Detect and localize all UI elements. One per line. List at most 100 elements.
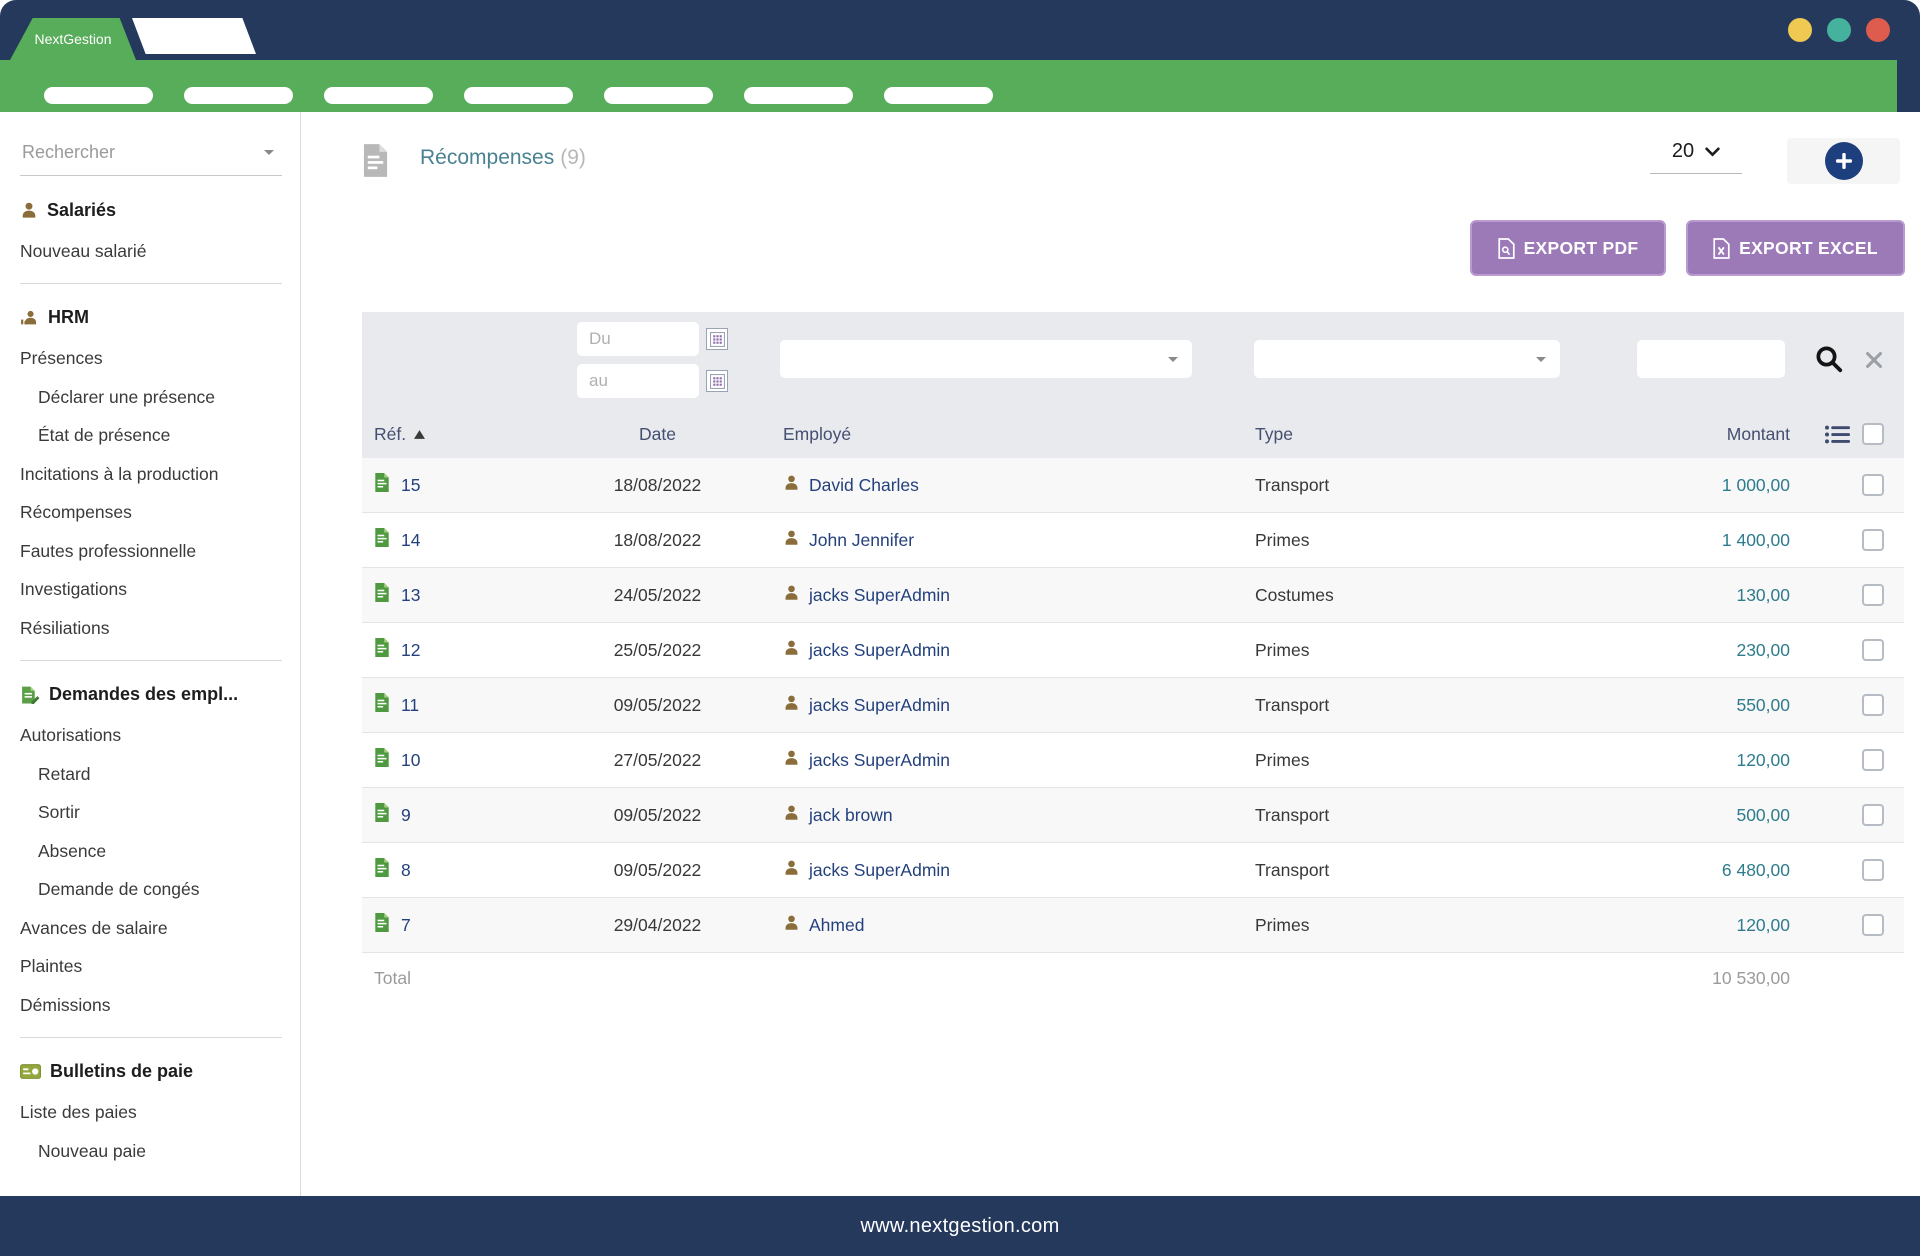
sidebar-item[interactable]: Avances de salaire: [20, 909, 282, 948]
column-header-type[interactable]: Type: [1245, 424, 1645, 445]
window-dot-teal[interactable]: [1827, 18, 1851, 42]
sidebar-section-header[interactable]: Bulletins de paie: [20, 1050, 282, 1094]
brand-tab[interactable]: NextGestion: [10, 18, 136, 60]
reward-amount: 550,00: [1645, 695, 1800, 716]
employee-link[interactable]: David Charles: [809, 475, 919, 496]
row-checkbox[interactable]: [1862, 584, 1884, 606]
table-filter-row: [362, 312, 1904, 410]
row-checkbox[interactable]: [1862, 639, 1884, 661]
window-dot-red[interactable]: [1866, 18, 1890, 42]
window-dot-yellow[interactable]: [1788, 18, 1812, 42]
sidebar-item[interactable]: Nouveau salarié: [20, 232, 282, 271]
sidebar-item[interactable]: Liste des paies: [20, 1094, 282, 1133]
row-checkbox[interactable]: [1862, 529, 1884, 551]
employee-link[interactable]: jacks SuperAdmin: [809, 585, 950, 606]
column-header-employee[interactable]: Employé: [775, 424, 1245, 445]
row-checkbox[interactable]: [1862, 474, 1884, 496]
clear-filter-button[interactable]: [1860, 346, 1888, 374]
sidebar-item[interactable]: Nouveau paie: [20, 1132, 282, 1171]
employee-link[interactable]: jacks SuperAdmin: [809, 860, 950, 881]
nav-item-placeholder[interactable]: [324, 87, 433, 104]
sidebar-item[interactable]: Sortir: [20, 794, 282, 833]
amount-filter-input[interactable]: [1637, 340, 1785, 378]
employee-link[interactable]: John Jennifer: [809, 530, 914, 551]
sidebar-item[interactable]: Demande de congés: [20, 871, 282, 910]
calendar-grid-icon: [710, 374, 725, 389]
reward-doc-icon: [374, 693, 390, 717]
column-settings-button[interactable]: [1825, 425, 1850, 444]
sidebar-item[interactable]: Récompenses: [20, 494, 282, 533]
type-filter-select[interactable]: [1254, 340, 1560, 378]
sidebar-item[interactable]: Déclarer une présence: [20, 378, 282, 417]
column-header-date[interactable]: Date: [565, 424, 775, 445]
select-all-checkbox[interactable]: [1862, 423, 1884, 445]
sidebar-item[interactable]: Démissions: [20, 986, 282, 1025]
column-header-ref[interactable]: Réf.: [362, 424, 565, 445]
reward-ref-link[interactable]: 15: [401, 475, 420, 496]
row-checkbox[interactable]: [1862, 914, 1884, 936]
reward-ref-link[interactable]: 9: [401, 805, 411, 826]
sidebar-section-header[interactable]: HRM: [20, 296, 282, 340]
employee-link[interactable]: jacks SuperAdmin: [809, 750, 950, 771]
row-checkbox[interactable]: [1862, 859, 1884, 881]
reward-ref-link[interactable]: 8: [401, 860, 411, 881]
calendar-picker-button[interactable]: [706, 370, 728, 392]
add-button[interactable]: [1825, 142, 1863, 180]
reward-ref-link[interactable]: 10: [401, 750, 420, 771]
calendar-picker-button[interactable]: [706, 328, 728, 350]
records-count: (9): [560, 146, 586, 169]
nav-item-placeholder[interactable]: [744, 87, 853, 104]
main-nav-bar: [0, 60, 1920, 112]
reward-type: Primes: [1245, 750, 1645, 771]
employee-link[interactable]: jacks SuperAdmin: [809, 695, 950, 716]
nav-item-placeholder[interactable]: [464, 87, 573, 104]
sidebar-item[interactable]: Plaintes: [20, 948, 282, 987]
date-from-input[interactable]: [577, 322, 699, 356]
reward-ref-link[interactable]: 14: [401, 530, 420, 551]
export-pdf-button[interactable]: EXPORT PDF: [1470, 220, 1666, 276]
reward-doc-icon: [374, 858, 390, 882]
main-content: Récompenses(9) 20 EXPORT PDF EXPORT EXCE…: [302, 112, 1904, 1196]
row-checkbox[interactable]: [1862, 749, 1884, 771]
row-checkbox[interactable]: [1862, 804, 1884, 826]
search-button[interactable]: [1812, 342, 1846, 376]
sidebar-item[interactable]: Résiliations: [20, 609, 282, 648]
person-icon: [783, 694, 800, 716]
reward-doc-icon: [374, 748, 390, 772]
export-excel-button[interactable]: EXPORT EXCEL: [1686, 220, 1905, 276]
sidebar-section-header[interactable]: Demandes des empl...: [20, 673, 282, 717]
sidebar-section-header[interactable]: Salariés: [20, 188, 282, 232]
sidebar-item[interactable]: Incitations à la production: [20, 455, 282, 494]
reward-ref-link[interactable]: 11: [401, 695, 419, 716]
column-header-amount[interactable]: Montant: [1645, 424, 1800, 445]
person-icon: [783, 914, 800, 936]
page-size-select[interactable]: 20: [1650, 140, 1742, 174]
browser-tab-placeholder[interactable]: [132, 18, 256, 54]
sidebar-item[interactable]: Absence: [20, 832, 282, 871]
reward-ref-link[interactable]: 12: [401, 640, 420, 661]
employee-link[interactable]: Ahmed: [809, 915, 864, 936]
row-checkbox[interactable]: [1862, 694, 1884, 716]
sidebar-search-select[interactable]: Rechercher: [20, 138, 282, 176]
reward-date: 09/05/2022: [565, 695, 775, 716]
employee-filter-select[interactable]: [780, 340, 1192, 378]
reward-type: Primes: [1245, 530, 1645, 551]
sidebar-item[interactable]: Présences: [20, 340, 282, 379]
employee-link[interactable]: jacks SuperAdmin: [809, 640, 950, 661]
nav-item-placeholder[interactable]: [184, 87, 293, 104]
reward-ref-link[interactable]: 7: [401, 915, 411, 936]
reward-date: 29/04/2022: [565, 915, 775, 936]
sidebar-item[interactable]: Retard: [20, 755, 282, 794]
employee-link[interactable]: jack brown: [809, 805, 893, 826]
rewards-table: Réf. Date Employé Type Montant 15: [362, 312, 1904, 1003]
sidebar-item[interactable]: Fautes professionnelle: [20, 532, 282, 571]
sidebar-item[interactable]: Investigations: [20, 571, 282, 610]
sidebar-divider: [20, 1037, 282, 1038]
nav-item-placeholder[interactable]: [884, 87, 993, 104]
reward-ref-link[interactable]: 13: [401, 585, 420, 606]
nav-item-placeholder[interactable]: [44, 87, 153, 104]
sidebar-item[interactable]: Autorisations: [20, 717, 282, 756]
sidebar-item[interactable]: État de présence: [20, 417, 282, 456]
nav-item-placeholder[interactable]: [604, 87, 713, 104]
date-to-input[interactable]: [577, 364, 699, 398]
